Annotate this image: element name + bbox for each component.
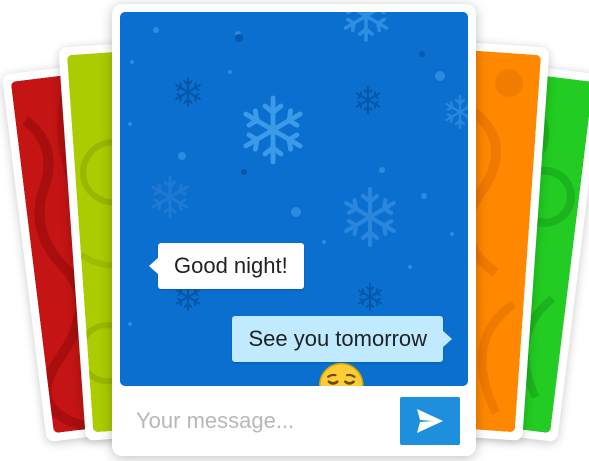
incoming-message-bubble: Good night! (149, 243, 304, 289)
outgoing-message-bubble: See you tomorrow (232, 316, 452, 386)
incoming-message-text: Good night! (174, 253, 288, 278)
relieved-face-icon (319, 362, 364, 386)
send-icon (417, 409, 443, 433)
message-composer (120, 389, 468, 451)
send-button[interactable] (400, 397, 460, 445)
chat-wallpaper: Good night! See you tomorrow (120, 12, 468, 386)
chat-card: Good night! See you tomorrow (112, 4, 476, 456)
message-input[interactable] (134, 403, 398, 439)
outgoing-message-text: See you tomorrow (248, 326, 427, 351)
